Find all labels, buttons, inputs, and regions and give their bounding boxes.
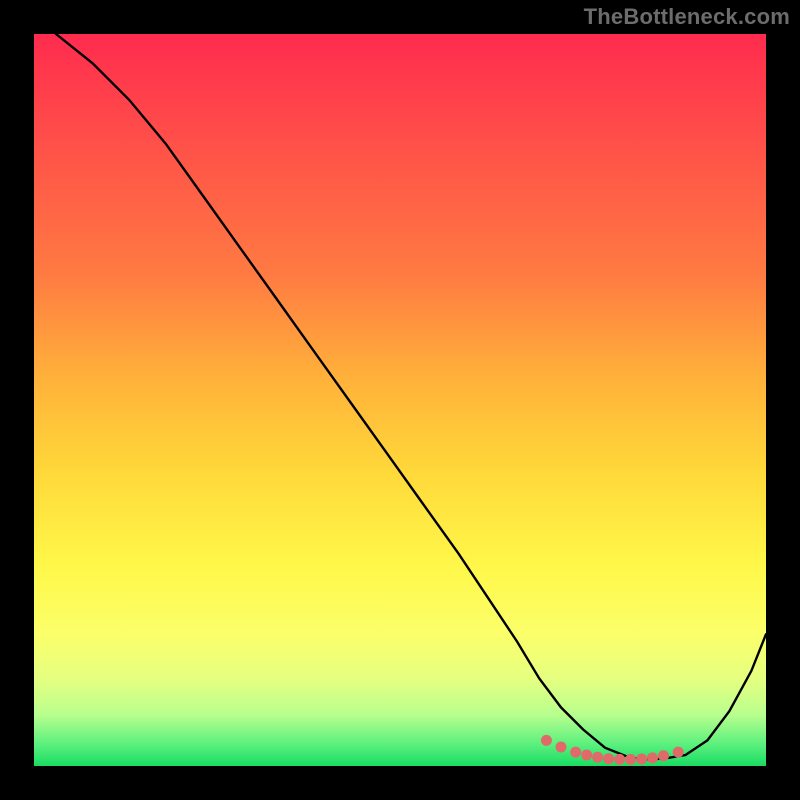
watermark-text: TheBottleneck.com	[584, 4, 790, 30]
optimal-marker	[647, 752, 658, 763]
optimal-marker	[556, 742, 567, 753]
optimal-marker	[603, 753, 614, 764]
chart-container: TheBottleneck.com	[0, 0, 800, 800]
bottleneck-curve	[56, 34, 766, 759]
optimal-marker	[658, 750, 669, 761]
curve-layer	[34, 34, 766, 766]
optimal-marker	[592, 752, 603, 763]
optimal-marker	[581, 750, 592, 761]
optimal-marker	[636, 754, 647, 765]
plot-area	[34, 34, 766, 766]
optimal-marker	[625, 754, 636, 765]
optimal-marker	[570, 747, 581, 758]
optimal-marker	[673, 747, 684, 758]
optimal-marker	[614, 754, 625, 765]
optimal-marker	[541, 735, 552, 746]
